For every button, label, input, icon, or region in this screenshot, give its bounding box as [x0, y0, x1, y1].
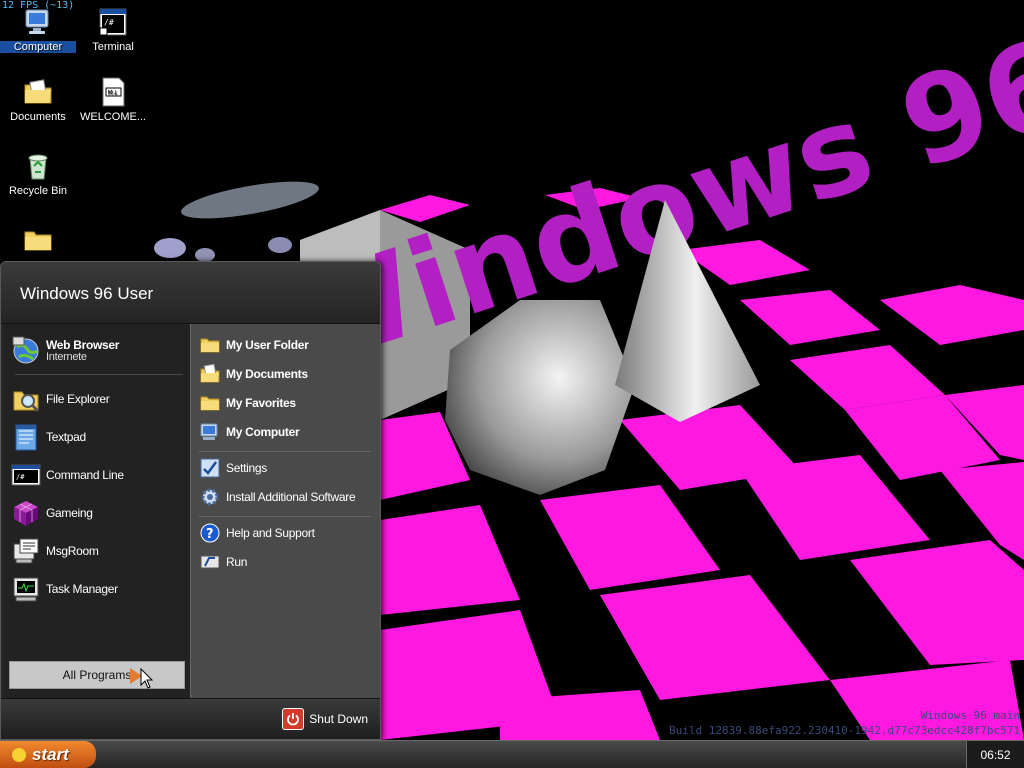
program-label: MsgRoom	[46, 544, 99, 558]
desktop-icon-documents[interactable]: Documents	[0, 76, 76, 123]
file-explorer-icon	[13, 391, 40, 413]
documents-folder-icon	[24, 79, 52, 104]
game-cube-icon	[14, 501, 38, 526]
start-button[interactable]: start	[0, 741, 96, 768]
menu-item-label: Help and Support	[226, 526, 315, 540]
system-tray: 06:52	[966, 741, 1024, 768]
program-label: Gameing	[46, 506, 93, 520]
install-software-icon	[201, 488, 219, 506]
program-label: Command Line	[46, 468, 124, 482]
program-msgroom[interactable]: MsgRoom	[11, 534, 187, 568]
build-watermark-number: Build 12839.88efa922.230410-1942.d77c73e…	[669, 724, 1020, 737]
user-name: Windows 96 User	[20, 284, 154, 303]
fps-counter: 12 FPS (~13)	[2, 0, 75, 11]
power-icon	[282, 708, 305, 730]
desktop-icon-label: Documents	[10, 111, 66, 123]
program-command-line[interactable]: /# Command Line	[11, 458, 187, 492]
program-gameing[interactable]: Gameing	[11, 496, 187, 530]
shutdown-button[interactable]: Shut Down	[282, 707, 368, 731]
pinned-web-browser[interactable]: Web Browser Internete	[11, 333, 187, 367]
program-file-explorer[interactable]: File Explorer	[11, 382, 187, 416]
program-task-manager[interactable]: Task Manager	[11, 572, 187, 606]
start-menu-header: Windows 96 User	[1, 262, 380, 324]
menu-separator	[199, 451, 371, 452]
task-manager-icon	[13, 577, 39, 602]
web-browser-icon	[12, 336, 39, 364]
folder-icon	[200, 396, 220, 411]
pinned-app-subtitle: Internete	[46, 350, 87, 363]
build-watermark-title: Windows 96 main	[920, 709, 1020, 722]
svg-text:/#: /#	[16, 473, 25, 481]
program-label: File Explorer	[46, 392, 110, 406]
menu-item-install-software[interactable]: Install Additional Software	[199, 484, 377, 510]
desktop-icon-computer[interactable]: Computer	[0, 6, 76, 53]
smiley-icon	[12, 747, 26, 762]
start-menu-places-pane: My User Folder My Documents My Favorites	[190, 324, 380, 698]
pinned-app-name: Web Browser	[46, 337, 120, 352]
all-programs-button[interactable]: All Programs	[9, 661, 185, 689]
start-menu-footer: Shut Down	[1, 698, 380, 739]
documents-folder-icon	[200, 363, 220, 383]
start-menu: Windows 96 User Web Browser Internete Fi…	[0, 261, 381, 740]
msgroom-icon	[13, 538, 39, 564]
place-label: My Documents	[226, 367, 308, 381]
all-programs-label: All Programs	[62, 668, 132, 682]
menu-item-label: Settings	[226, 461, 267, 475]
desktop-icon-label: Computer	[0, 41, 76, 53]
shutdown-label: Shut Down	[309, 712, 368, 726]
help-icon: ?	[200, 523, 220, 543]
folder-icon	[24, 231, 52, 251]
desktop-icon-label: Recycle Bin	[8, 185, 68, 197]
menu-item-help-support[interactable]: ? Help and Support	[199, 520, 377, 546]
recycle-bin-icon	[28, 154, 48, 180]
menu-item-label: Run	[226, 555, 248, 569]
markdown-file-icon: M↓	[102, 77, 125, 107]
menu-item-run[interactable]: Run	[199, 549, 377, 575]
place-my-favorites[interactable]: My Favorites	[199, 390, 377, 416]
desktop-icon-recycle-bin[interactable]: Recycle Bin	[0, 150, 76, 197]
run-icon	[200, 555, 220, 569]
desktop-icon-terminal[interactable]: /# Terminal	[75, 6, 151, 53]
svg-text:M↓: M↓	[108, 90, 118, 97]
menu-item-label: Install Additional Software	[226, 490, 356, 504]
taskbar: start 06:52	[0, 740, 1024, 768]
mouse-cursor-icon	[140, 668, 154, 689]
desktop-icon-folder[interactable]	[0, 224, 76, 259]
place-label: My Favorites	[226, 396, 296, 410]
desktop-icon-welcome[interactable]: M↓ WELCOME...	[75, 76, 151, 123]
place-my-user-folder[interactable]: My User Folder	[199, 332, 377, 358]
terminal-icon: /#	[99, 8, 127, 36]
place-label: My Computer	[226, 425, 300, 439]
folder-icon	[200, 338, 220, 353]
settings-icon	[200, 458, 220, 478]
program-textpad[interactable]: Textpad	[11, 420, 187, 454]
command-line-icon: /#	[11, 464, 41, 486]
program-label: Task Manager	[46, 582, 118, 596]
textpad-icon	[15, 424, 37, 451]
computer-icon	[200, 423, 218, 440]
desktop-icon-label: WELCOME...	[79, 111, 146, 123]
start-menu-programs-pane: Web Browser Internete File Explorer Text…	[3, 324, 190, 698]
clock[interactable]: 06:52	[980, 748, 1010, 762]
program-label: Textpad	[46, 430, 86, 444]
svg-text:/#: /#	[104, 18, 114, 27]
place-my-computer[interactable]: My Computer	[199, 419, 377, 445]
place-label: My User Folder	[226, 338, 309, 352]
menu-separator	[199, 516, 371, 517]
place-my-documents[interactable]: My Documents	[199, 361, 377, 387]
menu-item-settings[interactable]: Settings	[199, 455, 377, 481]
start-label: start	[32, 744, 69, 764]
menu-separator	[15, 374, 183, 375]
svg-text:?: ?	[206, 527, 214, 542]
desktop-icon-label: Terminal	[92, 41, 134, 53]
